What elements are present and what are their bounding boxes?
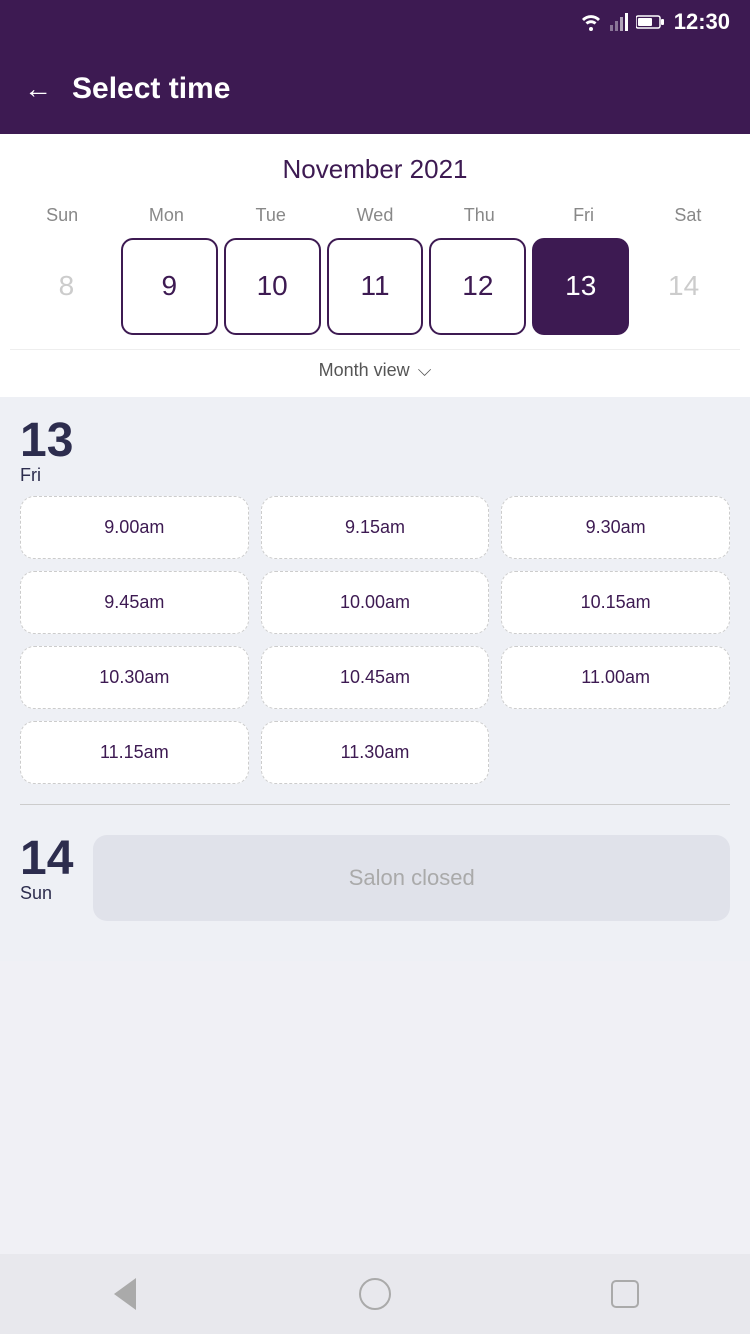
date-14[interactable]: 14 [635,238,732,335]
slot-1030am[interactable]: 10.30am [20,646,249,709]
status-time: 12:30 [674,9,730,35]
slot-915am[interactable]: 9.15am [261,496,490,559]
back-triangle-icon [114,1278,136,1310]
home-circle-icon [359,1278,391,1310]
date-12[interactable]: 12 [429,238,526,335]
day-14-label: 14 Sun [20,835,73,904]
slot-945am[interactable]: 9.45am [20,571,249,634]
day-header-fri: Fri [531,201,635,230]
day-13-number: 13 [20,417,73,465]
day-14-name: Sun [20,883,73,904]
slot-1115am[interactable]: 11.15am [20,721,249,784]
month-view-label: Month view [319,360,410,381]
salon-closed-label: Salon closed [93,835,730,921]
back-button[interactable]: ← [24,73,52,105]
slot-1045am[interactable]: 10.45am [261,646,490,709]
day-14-number: 14 [20,835,73,883]
signal-icon [610,13,628,31]
slot-1100am[interactable]: 11.00am [501,646,730,709]
day-header-sat: Sat [636,201,740,230]
day-13-label: 13 Fri [20,417,730,486]
date-10[interactable]: 10 [224,238,321,335]
day-13-name: Fri [20,465,41,486]
page-title: Select time [72,72,230,106]
slot-1015am[interactable]: 10.15am [501,571,730,634]
date-8[interactable]: 8 [18,238,115,335]
date-13[interactable]: 13 [532,238,629,335]
month-view-toggle[interactable]: Month view ⌵ [10,349,740,397]
status-bar: 12:30 [0,0,750,44]
section-divider [20,804,730,805]
slot-1130am[interactable]: 11.30am [261,721,490,784]
nav-back-button[interactable] [95,1264,155,1324]
status-icons [580,13,664,31]
day-header-mon: Mon [114,201,218,230]
day-header-sun: Sun [10,201,114,230]
slot-900am[interactable]: 9.00am [20,496,249,559]
recent-square-icon [611,1280,639,1308]
day-header-tue: Tue [219,201,323,230]
day-14-section: 14 Sun Salon closed [0,815,750,941]
wifi-icon [580,13,602,31]
timeslots-container: 13 Fri 9.00am 9.15am 9.30am 9.45am 10.00… [0,397,750,961]
date-11[interactable]: 11 [327,238,424,335]
day-header-wed: Wed [323,201,427,230]
app-header: ← Select time [0,44,750,134]
slot-930am[interactable]: 9.30am [501,496,730,559]
chevron-down-icon: ⌵ [418,360,432,381]
date-row: 8 9 10 11 12 13 14 [10,238,740,349]
month-year-label: November 2021 [10,154,740,185]
date-9[interactable]: 9 [121,238,218,335]
day-13-section: 13 Fri 9.00am 9.15am 9.30am 9.45am 10.00… [0,397,750,794]
slot-1000am[interactable]: 10.00am [261,571,490,634]
nav-home-button[interactable] [345,1264,405,1324]
calendar-section: November 2021 Sun Mon Tue Wed Thu Fri Sa… [0,134,750,397]
bottom-navigation [0,1254,750,1334]
slots-grid-13: 9.00am 9.15am 9.30am 9.45am 10.00am 10.1… [20,496,730,784]
day-header-thu: Thu [427,201,531,230]
nav-recent-button[interactable] [595,1264,655,1324]
day-headers: Sun Mon Tue Wed Thu Fri Sat [10,201,740,230]
battery-icon [636,14,664,30]
